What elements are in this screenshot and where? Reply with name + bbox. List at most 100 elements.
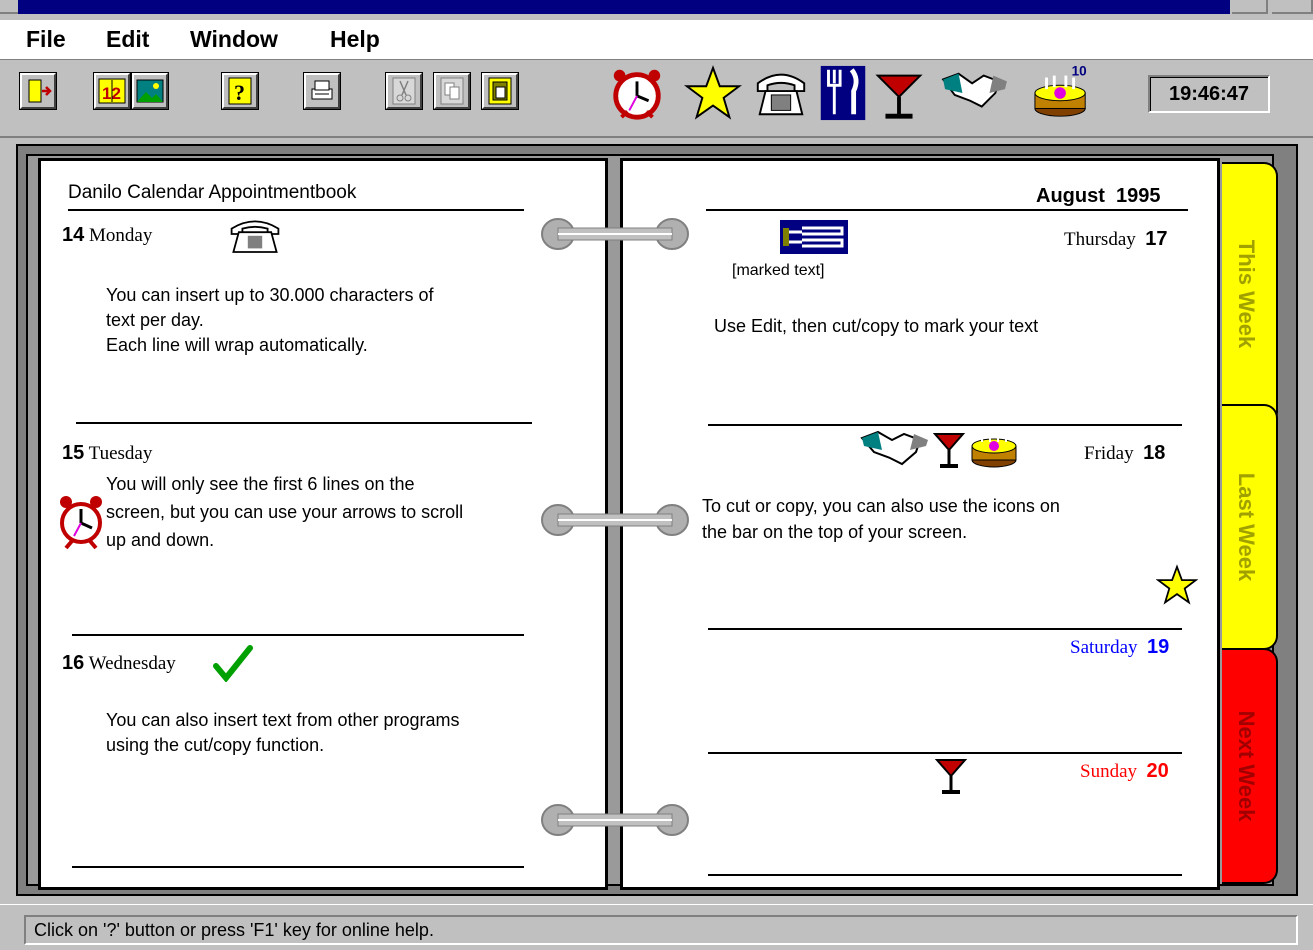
svg-text:?: ? <box>234 80 245 105</box>
title-rule <box>68 209 524 211</box>
telephone-icon <box>230 220 280 253</box>
day-rule <box>72 634 524 636</box>
maximize-button[interactable] <box>1272 0 1313 14</box>
exit-icon <box>28 79 52 103</box>
cocktail-icon <box>934 759 968 794</box>
day-friday[interactable]: Friday 18 <box>1084 442 1165 465</box>
day-rule <box>708 752 1182 754</box>
status-bar: Click on '?' button or press 'F1' key fo… <box>0 904 1313 950</box>
alarm-clock-icon <box>60 496 102 550</box>
handshake-icon[interactable] <box>940 64 1010 122</box>
day-saturday[interactable]: Saturday 19 <box>1070 636 1169 659</box>
cut-button[interactable] <box>386 73 422 109</box>
week-view-button[interactable]: 12 <box>94 73 130 109</box>
fork-knife-icon <box>780 220 848 254</box>
checkmark-icon <box>213 645 253 682</box>
wednesday-text-line-2[interactable]: using the cut/copy function. <box>106 733 324 758</box>
day-name: Friday <box>1084 443 1134 464</box>
picture-icon <box>136 79 164 103</box>
help-button[interactable]: ? <box>222 73 258 109</box>
day-name: Monday <box>89 225 153 246</box>
monday-text-line-2[interactable]: text per day. <box>106 308 204 333</box>
binder-ring <box>541 218 689 250</box>
day-name: Sunday <box>1080 761 1137 782</box>
cake-age-badge: 10 <box>1072 64 1087 79</box>
tab-next-week[interactable]: Next Week <box>1222 648 1278 884</box>
tuesday-text-line-3[interactable]: up and down. <box>106 528 214 553</box>
birthday-cake-icon <box>971 432 1017 468</box>
title-bar <box>0 0 1313 20</box>
day-thursday[interactable]: Thursday 17 <box>1064 228 1168 251</box>
picture-button[interactable] <box>132 73 168 109</box>
toolbar: 12 ? 10 19:46:47 <box>0 60 1313 138</box>
menu-bar: File Edit Window Help <box>0 20 1313 60</box>
day-rule <box>708 628 1182 630</box>
day-number: 20 <box>1146 760 1169 782</box>
tab-label: Next Week <box>1234 710 1259 822</box>
fork-knife-icon[interactable] <box>820 64 866 122</box>
day-name: Thursday <box>1064 229 1136 250</box>
menu-window[interactable]: Window <box>190 26 278 53</box>
star-icon <box>1156 564 1198 605</box>
title-bar-fill <box>18 0 1230 14</box>
status-message: Click on '?' button or press 'F1' key fo… <box>24 915 1298 945</box>
alarm-clock-icon[interactable] <box>608 64 666 122</box>
day-rule <box>708 424 1182 426</box>
scissors-icon <box>392 77 416 105</box>
birthday-cake-icon[interactable]: 10 <box>1030 64 1094 122</box>
day-name: Tuesday <box>88 443 153 464</box>
day-name: Wednesday <box>88 653 176 674</box>
telephone-icon[interactable] <box>752 64 810 122</box>
marked-text-caption: [marked text] <box>732 262 825 279</box>
star-icon[interactable] <box>684 64 742 122</box>
tuesday-text-line-2[interactable]: screen, but you can use your arrows to s… <box>106 500 463 525</box>
paste-icon <box>488 77 512 105</box>
tab-this-week[interactable]: This Week <box>1222 162 1278 426</box>
binder-ring <box>541 504 689 536</box>
tab-last-week[interactable]: Last Week <box>1222 404 1278 650</box>
calendar-pages-icon: 12 <box>98 78 126 104</box>
day-monday[interactable]: 14 Monday <box>62 224 152 247</box>
day-wednesday[interactable]: 16 Wednesday <box>62 652 176 675</box>
day-tuesday[interactable]: 15 Tuesday <box>62 442 152 465</box>
exit-button[interactable] <box>20 73 56 109</box>
menu-help[interactable]: Help <box>330 26 380 53</box>
day-name: Saturday <box>1070 637 1138 658</box>
print-button[interactable] <box>304 73 340 109</box>
menu-file[interactable]: File <box>26 26 66 53</box>
copy-button[interactable] <box>434 73 470 109</box>
day-number: 17 <box>1145 228 1168 250</box>
day-rule <box>76 422 532 424</box>
svg-text:12: 12 <box>102 84 121 103</box>
minimize-button[interactable] <box>1232 0 1268 14</box>
month-year-heading: August 1995 <box>1036 185 1161 207</box>
day-number: 15 <box>62 442 85 464</box>
friday-text-line-2[interactable]: the bar on the top of your screen. <box>702 520 967 545</box>
day-number: 14 <box>62 224 85 246</box>
printer-icon <box>311 80 333 100</box>
menu-edit[interactable]: Edit <box>106 26 149 53</box>
tab-label: Last Week <box>1234 472 1259 582</box>
paste-button[interactable] <box>482 73 518 109</box>
day-number: 18 <box>1143 442 1166 464</box>
book-title: Danilo Calendar Appointmentbook <box>68 182 357 203</box>
clock-display: 19:46:47 <box>1148 75 1270 113</box>
tuesday-text-line-1[interactable]: You will only see the first 6 lines on t… <box>106 472 415 497</box>
day-rule <box>708 874 1182 876</box>
handshake-icon <box>860 430 928 466</box>
wednesday-text-line-1[interactable]: You can also insert text from other prog… <box>106 708 460 733</box>
cocktail-icon <box>932 433 966 468</box>
help-icon: ? <box>228 77 252 105</box>
day-number: 16 <box>62 652 85 674</box>
tab-label: This Week <box>1234 239 1259 349</box>
monday-text-line-1[interactable]: You can insert up to 30.000 characters o… <box>106 283 434 308</box>
thursday-text-line-1[interactable]: Use Edit, then cut/copy to mark your tex… <box>714 314 1038 339</box>
day-number: 19 <box>1147 636 1170 658</box>
day-rule <box>72 866 524 868</box>
monday-text-line-3[interactable]: Each line will wrap automatically. <box>106 333 368 358</box>
binder-ring <box>541 804 689 836</box>
copy-icon <box>440 77 464 105</box>
friday-text-line-1[interactable]: To cut or copy, you can also use the ico… <box>702 494 1060 519</box>
cocktail-icon[interactable] <box>870 64 928 122</box>
day-sunday[interactable]: Sunday 20 <box>1080 760 1169 783</box>
